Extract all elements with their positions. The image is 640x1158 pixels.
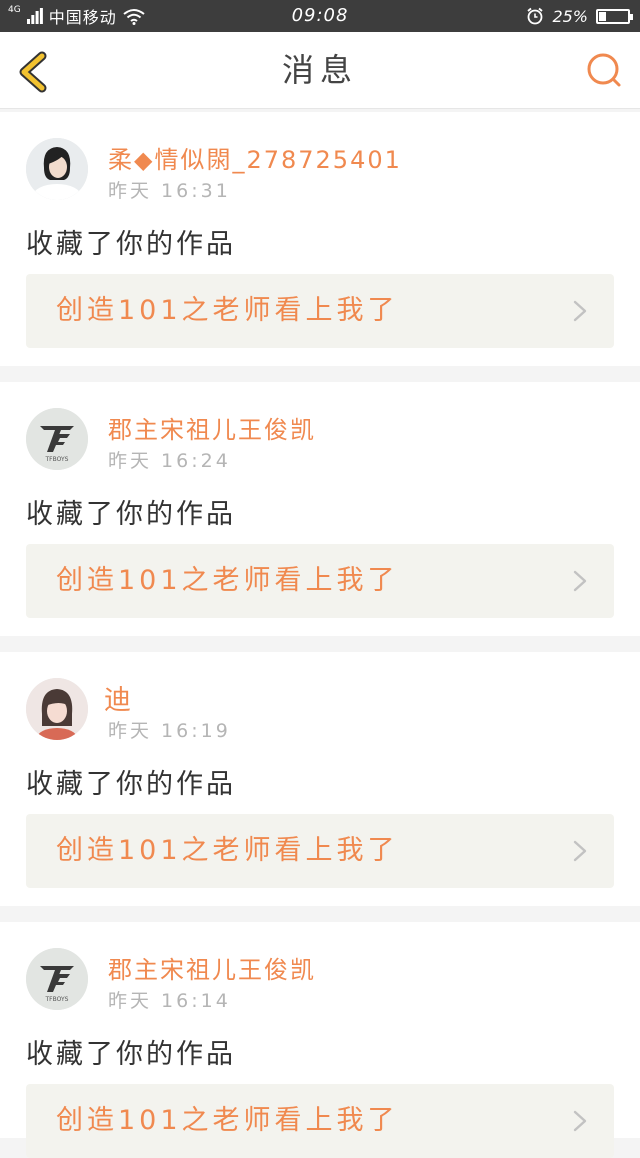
chevron-right-icon <box>573 840 587 862</box>
chevron-right-icon <box>573 300 587 322</box>
avatar[interactable] <box>26 138 88 200</box>
timestamp: 昨天 16:24 <box>108 450 231 472</box>
chevron-left-icon <box>19 51 47 93</box>
work-link[interactable]: 创造101之老师看上我了 <box>26 544 614 618</box>
avatar-caption: TFBOYS <box>45 456 69 463</box>
username[interactable]: 郡主宋祖儿王俊凯 <box>108 410 316 445</box>
notification-card: 迪 昨天 16:19 收藏了你的作品 创造101之老师看上我了 <box>0 652 640 906</box>
header: 消息 <box>0 32 640 109</box>
chevron-right-icon <box>573 1110 587 1132</box>
battery-icon <box>596 8 633 24</box>
avatar[interactable]: TFBOYS <box>26 948 88 1010</box>
page-title: 消息 <box>281 51 358 89</box>
work-link[interactable]: 创造101之老师看上我了 <box>26 814 614 888</box>
work-link[interactable]: 创造101之老师看上我了 <box>26 1084 614 1158</box>
girl-portrait-avatar <box>26 138 88 200</box>
notification-card: TFBOYS 郡主宋祖儿王俊凯 昨天 16:14 收藏了你的作品 创造101之老… <box>0 922 640 1158</box>
action-text: 收藏了你的作品 <box>26 499 236 530</box>
username[interactable]: 郡主宋祖儿王俊凯 <box>108 950 316 985</box>
back-button[interactable] <box>14 50 58 94</box>
username[interactable]: 柔◆情似閖_278725401 <box>108 140 402 175</box>
work-title: 创造101之老师看上我了 <box>56 835 399 866</box>
action-text: 收藏了你的作品 <box>26 769 236 800</box>
work-title: 创造101之老师看上我了 <box>56 565 399 596</box>
tfboys-logo-avatar: TFBOYS <box>26 948 88 1010</box>
action-text: 收藏了你的作品 <box>26 229 236 260</box>
timestamp: 昨天 16:14 <box>108 990 231 1012</box>
action-text: 收藏了你的作品 <box>26 1039 236 1070</box>
battery-percent: 25% <box>552 6 588 26</box>
avatar-caption: TFBOYS <box>45 996 69 1003</box>
status-bar: 4G 中国移动 09:08 25% <box>0 0 640 32</box>
work-title: 创造101之老师看上我了 <box>56 1105 399 1136</box>
avatar[interactable] <box>26 678 88 740</box>
avatar[interactable]: TFBOYS <box>26 408 88 470</box>
username[interactable]: 迪 <box>104 678 133 717</box>
chevron-right-icon <box>573 570 587 592</box>
alarm-icon <box>527 7 544 25</box>
search-button[interactable] <box>584 50 624 90</box>
work-title: 创造101之老师看上我了 <box>56 295 399 326</box>
girl-portrait-avatar <box>26 678 88 740</box>
notification-card: TFBOYS 郡主宋祖儿王俊凯 昨天 16:24 收藏了你的作品 创造101之老… <box>0 382 640 636</box>
tfboys-logo-avatar: TFBOYS <box>26 408 88 470</box>
work-link[interactable]: 创造101之老师看上我了 <box>26 274 614 348</box>
status-right: 25% <box>526 0 633 32</box>
notification-card: 柔◆情似閖_278725401 昨天 16:31 收藏了你的作品 创造101之老… <box>0 112 640 366</box>
timestamp: 昨天 16:31 <box>108 180 231 202</box>
search-icon <box>587 53 621 87</box>
battery-level <box>599 11 606 21</box>
timestamp: 昨天 16:19 <box>108 720 231 742</box>
